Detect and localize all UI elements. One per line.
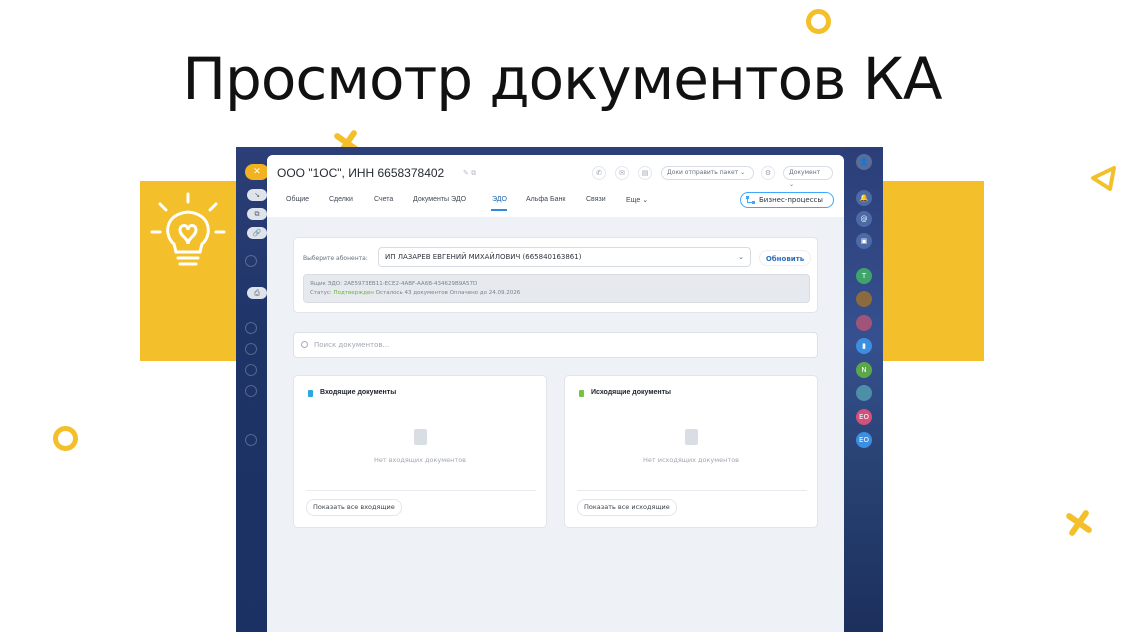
empty-document-icon (414, 429, 427, 445)
bookmark-icon[interactable]: ▮ (856, 338, 872, 354)
rail-filter-icon[interactable] (245, 343, 257, 355)
status-badge: Подтвержден (333, 290, 374, 296)
at-icon[interactable]: @ (856, 211, 872, 227)
tab-more-label: Еще (626, 197, 641, 204)
document-button[interactable]: Документ ⌄ (783, 166, 833, 188)
chevron-down-icon: ⌄ (738, 253, 744, 261)
contact-avatar[interactable] (856, 291, 872, 307)
show-all-incoming-button[interactable]: Показать все входящие (306, 499, 402, 516)
bell-icon[interactable]: 🔔 (856, 190, 872, 206)
entity-panel: ООО "1ОС", ИНН 6658378402 ✎ ⧉ ✆ ✉ ▤ Доки… (267, 155, 844, 632)
incoming-file-icon (308, 390, 313, 397)
tab-edo-documents[interactable]: Документы ЭДО (413, 196, 466, 203)
business-processes-label: Бизнес-процессы (759, 196, 823, 204)
rail-help-icon[interactable] (245, 385, 257, 397)
active-tab-indicator (491, 209, 507, 211)
search-icon (301, 341, 308, 348)
incoming-documents-card: Входящие документы Нет входящих документ… (293, 375, 547, 528)
status-details: Осталось 43 документов Оплачено до 24.09… (375, 290, 521, 296)
flow-icon (746, 196, 755, 204)
avatar[interactable]: 👤 (856, 154, 872, 170)
rail-link-icon[interactable]: 🔗 (247, 227, 267, 239)
edit-icon[interactable]: ✎ ⧉ (463, 169, 476, 178)
subscriber-label: Выберите абонента: (303, 255, 368, 262)
outgoing-documents-card: Исходящие документы Нет исходящих докуме… (564, 375, 818, 528)
contact-avatar[interactable] (856, 385, 872, 401)
search-placeholder: Поиск документов... (314, 341, 390, 349)
contact-badge[interactable]: N (856, 362, 872, 378)
business-processes-button[interactable]: Бизнес-процессы (740, 192, 834, 208)
rail-info-icon[interactable] (245, 255, 257, 267)
mailbox-id: Ящик ЭДО: 2AE5973EB11-ECE2-4ABF-AA6B-434… (310, 281, 478, 287)
incoming-title: Входящие документы (320, 389, 397, 396)
tab-deals[interactable]: Сделки (329, 196, 353, 203)
subscriber-card: Выберите абонента: ИП ЛАЗАРЕВ ЕВГЕНИЙ МИ… (293, 237, 818, 313)
slide: Просмотр документов КА ✕ ↘ ⧉ 🔗 ⎙ 👤 🔔 @ ▣… (0, 0, 1124, 632)
rail-settings-icon[interactable] (245, 434, 257, 446)
tab-invoices[interactable]: Счета (374, 196, 393, 203)
doc-icon[interactable]: ▤ (638, 166, 652, 180)
close-icon[interactable]: ✕ (245, 164, 269, 180)
tab-alfa-bank[interactable]: Альфа Банк (526, 196, 565, 203)
search-input[interactable]: Поиск документов... (293, 332, 818, 358)
incoming-empty-text: Нет входящих документов (373, 456, 467, 464)
contact-badge[interactable]: EO (856, 409, 872, 425)
tab-more[interactable]: Еще ⌄ (626, 196, 648, 204)
decor-ring-left (53, 426, 78, 451)
decor-cross-bottom (1064, 508, 1094, 538)
send-package-button[interactable]: Доки отправить пакет ⌄ (661, 166, 754, 180)
mail-icon[interactable]: ✉ (615, 166, 629, 180)
rail-chart-icon[interactable] (245, 364, 257, 376)
outgoing-title: Исходящие документы (591, 389, 672, 396)
rail-download-icon[interactable]: ↘ (247, 189, 267, 201)
contact-avatar[interactable] (856, 315, 872, 331)
lightbulb-icon (150, 192, 226, 266)
rail-menu-icon[interactable] (245, 322, 257, 334)
divider (306, 490, 536, 491)
refresh-button[interactable]: Обновить (759, 250, 811, 266)
settings-icon[interactable]: ⚙ (761, 166, 775, 180)
left-rail: ✕ ↘ ⧉ 🔗 ⎙ (236, 147, 269, 632)
outgoing-file-icon (579, 390, 584, 397)
panel-header: ООО "1ОС", ИНН 6658378402 ✎ ⧉ ✆ ✉ ▤ Доки… (267, 155, 844, 217)
decor-ring-top (806, 9, 831, 34)
tab-edo[interactable]: ЭДО (492, 196, 507, 203)
contact-badge[interactable]: T (856, 268, 872, 284)
phone-icon[interactable]: ✆ (592, 166, 606, 180)
chevron-down-icon: ⌄ (642, 197, 649, 204)
company-title: ООО "1ОС", ИНН 6658378402 (277, 166, 445, 180)
document-label: Документ (789, 169, 821, 176)
outgoing-empty-text: Нет исходящих документов (642, 456, 739, 464)
tab-general[interactable]: Общие (286, 196, 309, 203)
status-line: Статус: Подтвержден Осталось 43 документ… (310, 289, 803, 298)
show-all-outgoing-button[interactable]: Показать все исходящие (577, 499, 677, 516)
subscriber-selected-value: ИП ЛАЗАРЕВ ЕВГЕНИЙ МИХАЙЛОВИЧ (665840163… (385, 253, 582, 261)
empty-document-icon (685, 429, 698, 445)
subscriber-select[interactable]: ИП ЛАЗАРЕВ ЕВГЕНИЙ МИХАЙЛОВИЧ (665840163… (378, 247, 751, 267)
status-label: Статус: (310, 290, 332, 296)
slide-title: Просмотр документов КА (182, 45, 942, 113)
rail-print-icon[interactable]: ⎙ (247, 287, 267, 299)
contact-badge[interactable]: EO (856, 432, 872, 448)
chat-icon[interactable]: ▣ (856, 233, 872, 249)
decor-triangle (1091, 166, 1116, 191)
divider (577, 490, 807, 491)
mailbox-info: Ящик ЭДО: 2AE5973EB11-ECE2-4ABF-AA6B-434… (303, 274, 810, 303)
tab-links[interactable]: Связи (586, 196, 606, 203)
app-window: ✕ ↘ ⧉ 🔗 ⎙ 👤 🔔 @ ▣ T ▮ N EO EO ООО "1ОС",… (236, 147, 883, 632)
send-package-label: Доки отправить пакет (667, 169, 739, 176)
rail-open-icon[interactable]: ⧉ (247, 208, 267, 220)
